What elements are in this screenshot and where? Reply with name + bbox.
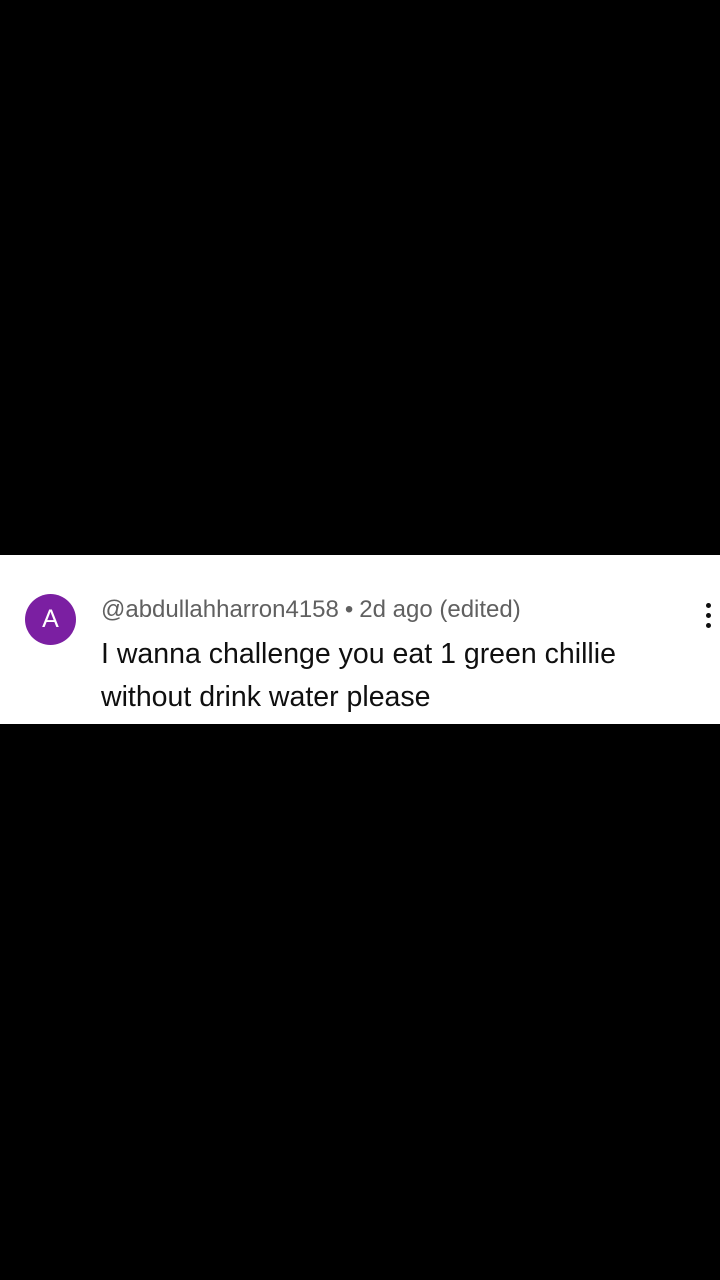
more-options-button[interactable] [696, 597, 720, 633]
author-handle[interactable]: @abdullahharron4158 [101, 596, 339, 623]
meta-separator: • [344, 596, 354, 623]
comment-meta: @abdullahharron4158 • 2d ago (edited) [101, 596, 521, 624]
comment-card: A @abdullahharron4158 • 2d ago (edited) I … [0, 555, 720, 724]
comment-text: I wanna challenge you eat 1 green chilli… [101, 638, 616, 713]
avatar[interactable]: A [25, 594, 76, 645]
more-vertical-icon [705, 602, 711, 608]
more-vertical-icon-dot [705, 622, 711, 628]
more-vertical-icon-dot [705, 612, 711, 618]
avatar-letter: A [42, 605, 59, 633]
comment-timestamp: 2d ago (edited) [359, 596, 521, 623]
